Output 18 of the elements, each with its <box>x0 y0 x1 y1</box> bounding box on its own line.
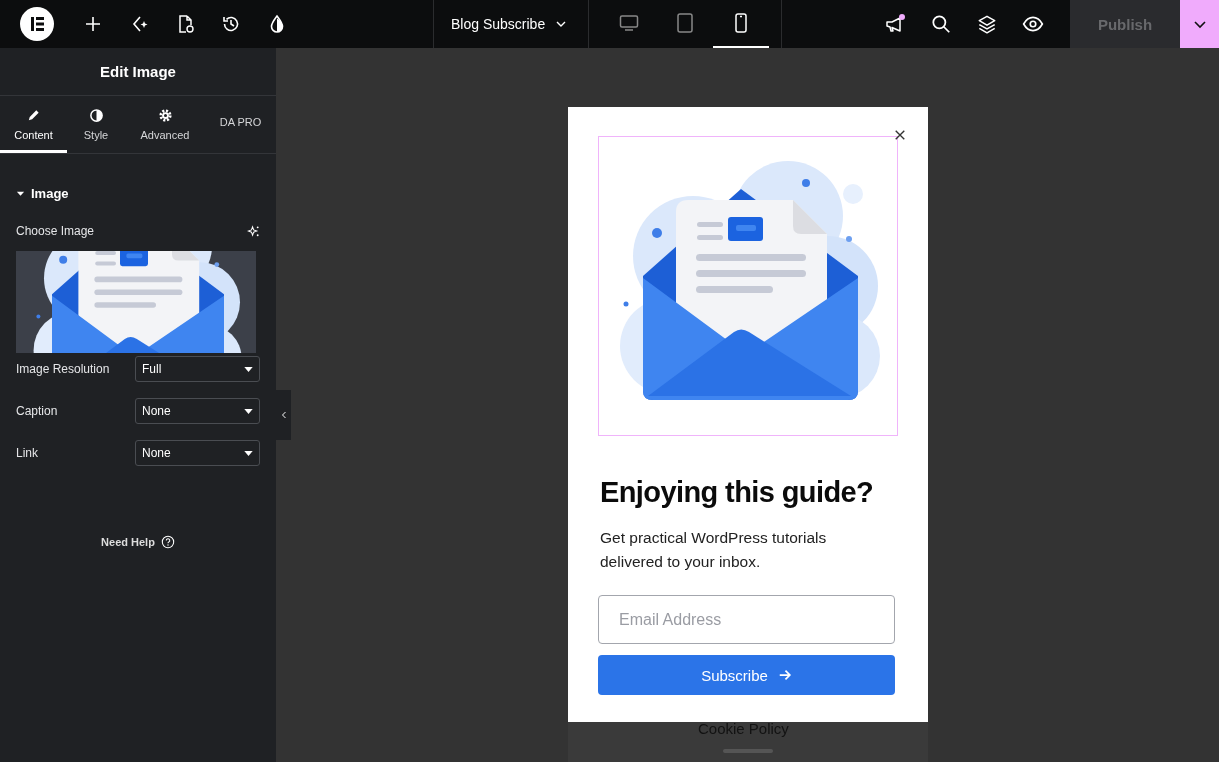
field-label: Link <box>16 446 38 460</box>
panel-tab[interactable]: Advanced <box>125 96 205 153</box>
select-field[interactable]: None <box>135 440 260 466</box>
select-field[interactable]: None <box>135 398 260 424</box>
section-toggle[interactable]: Image <box>16 184 69 202</box>
field-label: Image Resolution <box>16 362 110 376</box>
panel-tab[interactable]: Style <box>67 96 125 153</box>
field-label: Choose Image <box>16 224 95 238</box>
panel-title: Edit Image <box>100 63 176 80</box>
subscribe-button[interactable]: Subscribe <box>598 655 895 695</box>
email-field[interactable]: Email Address <box>598 595 895 644</box>
field-label: Caption <box>16 404 58 418</box>
panel-tab[interactable]: DA PRO <box>205 96 276 153</box>
panel-tab[interactable]: Content <box>0 96 67 153</box>
help-link[interactable]: Need Help <box>101 536 155 548</box>
select-field[interactable]: Full <box>135 356 260 382</box>
popup-text: Get practical WordPress tutorials delivered to your inbox. <box>600 528 828 572</box>
popup-heading: Enjoying this guide? <box>600 475 875 510</box>
